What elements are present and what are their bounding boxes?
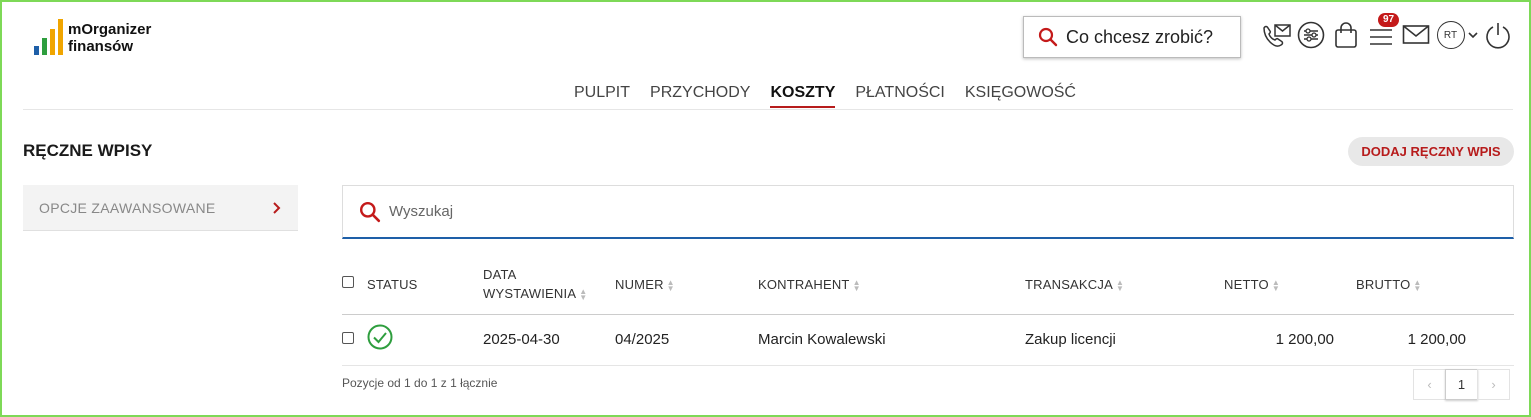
column-date-line1: DATA <box>483 267 517 282</box>
status-ok-icon <box>367 324 393 350</box>
column-date[interactable]: DATA WYSTAWIENIA ▲ ▼ <box>483 265 587 303</box>
cell-gross: 1 200,00 <box>1407 331 1466 348</box>
logo-line2: finansów <box>68 38 134 55</box>
power-icon[interactable] <box>1482 20 1514 50</box>
nav-divider <box>23 109 1513 110</box>
column-number-label: NUMER <box>615 277 664 292</box>
sort-icon: ▲ ▼ <box>852 277 861 293</box>
search-box <box>342 185 1514 239</box>
column-contractor-label: KONTRAHENT <box>758 277 850 292</box>
row-checkbox[interactable] <box>342 332 354 344</box>
column-gross-label: BRUTTO <box>1356 277 1411 292</box>
sort-icon: ▲ ▼ <box>579 286 588 302</box>
tab-ksiegowosc[interactable]: KSIĘGOWOŚĆ <box>965 84 1076 108</box>
main-nav: PULPIT PRZYCHODY KOSZTY PŁATNOŚCI KSIĘGO… <box>574 84 1076 108</box>
pagination-summary: Pozycje od 1 do 1 z 1 łącznie <box>342 376 498 390</box>
column-transaction[interactable]: TRANSAKCJA ▲ ▼ <box>1025 275 1124 294</box>
chevron-right-icon <box>273 201 281 214</box>
shopping-bag-icon[interactable] <box>1330 20 1362 50</box>
quick-action-label: Co chcesz zrobić? <box>1066 26 1214 47</box>
advanced-options-toggle[interactable]: OPCJE ZAAWANSOWANE <box>23 185 298 231</box>
notifications-badge: 97 <box>1378 13 1400 27</box>
page-title: RĘCZNE WPISY <box>23 141 153 160</box>
logo-bars-icon <box>34 17 63 55</box>
sort-icon: ▲ ▼ <box>1271 277 1280 293</box>
page-number-button[interactable]: 1 <box>1445 369 1478 400</box>
cell-transaction: Zakup licencji <box>1025 331 1116 348</box>
cell-contractor: Marcin Kowalewski <box>758 331 886 348</box>
column-net-label: NETTO <box>1224 277 1269 292</box>
task-list-icon[interactable]: 97 <box>1365 13 1400 50</box>
sort-icon: ▲ ▼ <box>666 277 675 293</box>
column-contractor[interactable]: KONTRAHENT ▲ ▼ <box>758 275 861 294</box>
table-header-divider <box>342 314 1514 315</box>
settings-sliders-icon[interactable] <box>1295 20 1327 50</box>
column-status: STATUS <box>367 277 418 292</box>
tab-platnosci[interactable]: PŁATNOŚCI <box>855 84 945 108</box>
sort-icon: ▲ ▼ <box>1413 277 1422 293</box>
mail-icon[interactable] <box>1400 20 1432 50</box>
search-icon <box>1038 27 1058 47</box>
quick-action-box[interactable]: Co chcesz zrobić? <box>1023 16 1241 58</box>
cell-number: 04/2025 <box>615 331 670 348</box>
search-icon <box>359 201 381 222</box>
advanced-options-label: OPCJE ZAAWANSOWANE <box>39 199 216 216</box>
phone-mail-icon[interactable] <box>1260 20 1292 50</box>
select-all-checkbox[interactable] <box>342 276 354 288</box>
cell-date: 2025-04-30 <box>483 331 560 348</box>
tab-koszty[interactable]: KOSZTY <box>770 84 836 108</box>
avatar: RT <box>1436 21 1465 49</box>
column-net[interactable]: NETTO ▲ ▼ <box>1224 275 1280 294</box>
column-number[interactable]: NUMER ▲ ▼ <box>615 275 675 294</box>
next-page-button[interactable]: › <box>1477 369 1510 400</box>
column-gross[interactable]: BRUTTO ▲ ▼ <box>1356 275 1422 294</box>
cell-net: 1 200,00 <box>1275 331 1334 348</box>
column-date-line2: WYSTAWIENIA <box>483 286 577 301</box>
column-transaction-label: TRANSAKCJA <box>1025 277 1113 292</box>
tab-pulpit[interactable]: PULPIT <box>574 84 630 108</box>
pagination: ‹ 1 › <box>1413 369 1510 400</box>
prev-page-button[interactable]: ‹ <box>1413 369 1446 400</box>
user-menu[interactable]: RT <box>1435 20 1479 50</box>
app-logo[interactable]: mOrganizer finansów <box>34 17 151 55</box>
chevron-down-icon <box>1467 32 1478 39</box>
row-divider <box>342 365 1514 366</box>
add-manual-entry-button[interactable]: DODAJ RĘCZNY WPIS <box>1348 137 1514 166</box>
search-input[interactable] <box>389 203 1289 220</box>
logo-line1: mOrganizer <box>68 21 152 38</box>
sort-icon: ▲ ▼ <box>1115 277 1125 293</box>
tab-przychody[interactable]: PRZYCHODY <box>650 84 750 108</box>
